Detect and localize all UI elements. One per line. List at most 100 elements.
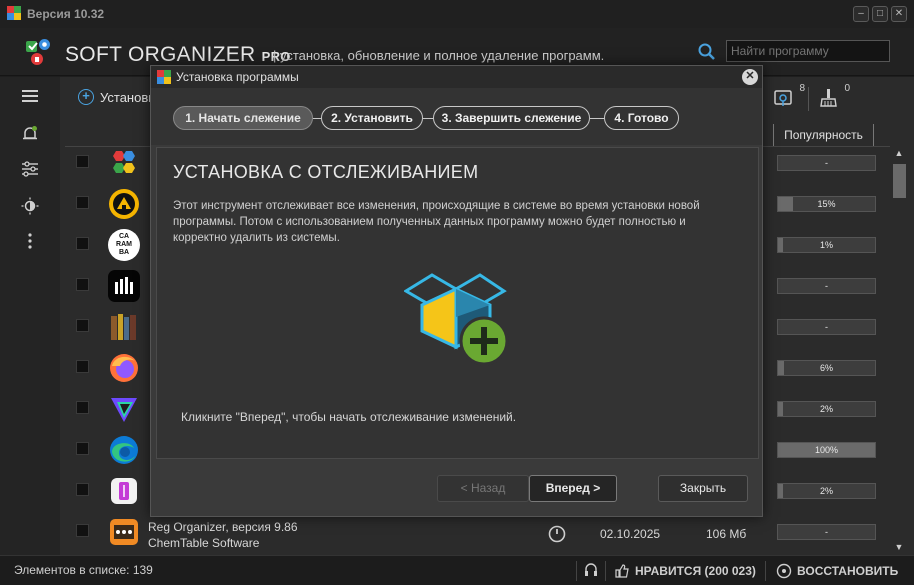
step-connector xyxy=(423,118,433,119)
menu-icon[interactable] xyxy=(20,89,40,109)
wizard-steps: 1. Начать слежение 2. Установить 3. Заве… xyxy=(151,88,762,145)
brand-name: SOFT ORGANIZER xyxy=(65,43,256,66)
close-button[interactable]: Закрыть xyxy=(658,475,748,502)
gauge-icon xyxy=(548,525,566,543)
aimp-icon xyxy=(109,189,139,219)
next-button[interactable]: Вперед > xyxy=(529,475,617,502)
popularity-bar: 1% xyxy=(777,237,876,253)
popularity-bar: 100% xyxy=(777,442,876,458)
dialog-close-icon[interactable]: ✕ xyxy=(742,69,758,85)
caramba-icon: CA RAM BA xyxy=(108,229,140,261)
popularity-bar: - xyxy=(777,524,876,540)
step-install: 2. Установить xyxy=(321,106,423,130)
notifications-icon[interactable] xyxy=(20,125,40,145)
dialog-title: Установка программы xyxy=(176,70,299,84)
row-checkbox[interactable] xyxy=(76,524,89,537)
popularity-bar: 2% xyxy=(777,401,876,417)
row-checkbox[interactable] xyxy=(76,360,89,373)
vertical-scrollbar[interactable]: ▲ ▼ xyxy=(890,144,908,555)
step-connector xyxy=(313,118,321,119)
restore-label: ВОССТАНОВИТЬ xyxy=(797,564,899,578)
dialog-app-icon xyxy=(157,70,171,84)
close-icon[interactable]: ✕ xyxy=(891,6,907,22)
list-item-name: Reg Organizer, версия 9.86 ChemTable Sof… xyxy=(148,519,298,551)
popularity-value: - xyxy=(825,322,828,332)
popularity-value: 2% xyxy=(819,404,833,414)
tray-programs-button[interactable]: 8 xyxy=(773,83,805,113)
popularity-value: - xyxy=(825,281,828,291)
search-icon[interactable] xyxy=(697,42,717,62)
popularity-bar: - xyxy=(777,319,876,335)
scroll-thumb[interactable] xyxy=(893,164,906,198)
like-label: НРАВИТСЯ (200 023) xyxy=(635,564,756,578)
tagline: | установка, обновление и полное удалени… xyxy=(273,48,605,63)
box-with-plus-icon xyxy=(404,273,509,366)
cleanup-button[interactable]: 0 xyxy=(818,83,850,113)
step-finish-tracking: 3. Завершить слежение xyxy=(433,106,590,130)
popularity-bar: - xyxy=(777,278,876,294)
popularity-value: - xyxy=(825,527,828,537)
toolbar-divider xyxy=(808,87,809,111)
broom-icon xyxy=(820,89,837,107)
audio-bars-icon xyxy=(108,270,140,302)
row-checkbox[interactable] xyxy=(76,319,89,332)
step-connector xyxy=(590,118,604,119)
row-checkbox[interactable] xyxy=(76,401,89,414)
row-checkbox[interactable] xyxy=(76,155,89,168)
popularity-value: 100% xyxy=(814,445,839,455)
popularity-bar: - xyxy=(777,155,876,171)
status-bar: Элементов в списке: 139 НРАВИТСЯ (200 02… xyxy=(0,555,914,585)
theme-icon[interactable] xyxy=(20,197,40,217)
row-checkbox[interactable] xyxy=(76,278,89,291)
dialog-heading: УСТАНОВКА С ОТСЛЕЖИВАНИЕМ xyxy=(173,162,479,182)
support-headset-icon[interactable] xyxy=(583,562,599,578)
brand-title: SOFT ORGANIZER PRO xyxy=(65,43,291,67)
status-divider xyxy=(605,561,606,581)
maximize-icon[interactable]: □ xyxy=(872,6,888,22)
row-checkbox[interactable] xyxy=(76,196,89,209)
tray-programs-icon xyxy=(774,90,792,106)
multicolor-hexagons-icon xyxy=(113,151,135,173)
popularity-fill xyxy=(778,484,783,498)
install-program-button[interactable]: + Установи xyxy=(78,89,156,105)
dialog-hint: Кликните "Вперед", чтобы начать отслежив… xyxy=(181,410,517,424)
items-count: Элементов в списке: 139 xyxy=(14,563,153,577)
more-icon[interactable] xyxy=(20,233,40,253)
install-program-dialog: Установка программы ✕ 1. Начать слежение… xyxy=(150,65,763,517)
minimize-icon[interactable]: – xyxy=(853,6,869,22)
dialog-content: УСТАНОВКА С ОТСЛЕЖИВАНИЕМ Этот инструмен… xyxy=(156,147,759,459)
search-input[interactable] xyxy=(726,40,890,62)
popularity-bar: 2% xyxy=(777,483,876,499)
popularity-fill xyxy=(778,197,793,211)
install-program-label: Установи xyxy=(100,89,156,105)
scroll-up-icon[interactable]: ▲ xyxy=(893,148,905,158)
plus-circle-icon: + xyxy=(78,89,94,105)
settings-sliders-icon[interactable] xyxy=(20,161,40,181)
thumbs-up-icon xyxy=(615,564,629,578)
proton-vpn-icon xyxy=(111,398,137,422)
reg-organizer-icon xyxy=(110,519,138,545)
popularity-value: - xyxy=(825,158,828,168)
restore-button[interactable]: ВОССТАНОВИТЬ xyxy=(776,561,898,581)
status-divider xyxy=(576,561,577,581)
popularity-fill xyxy=(778,238,783,252)
row-checkbox[interactable] xyxy=(76,237,89,250)
dialog-titlebar: Установка программы ✕ xyxy=(151,66,762,88)
scroll-down-icon[interactable]: ▼ xyxy=(893,542,905,552)
popularity-value: 1% xyxy=(819,240,833,250)
row-checkbox[interactable] xyxy=(76,442,89,455)
back-button[interactable]: < Назад xyxy=(437,475,529,502)
popularity-fill xyxy=(778,361,784,375)
popularity-bar: 15% xyxy=(777,196,876,212)
like-button[interactable]: НРАВИТСЯ (200 023) xyxy=(614,561,756,581)
window-titlebar: Версия 10.32 – □ ✕ xyxy=(0,0,914,28)
cleanup-count-badge: 0 xyxy=(844,83,850,94)
program-publisher: ChemTable Software xyxy=(148,536,260,550)
popularity-value: 2% xyxy=(819,486,833,496)
status-divider xyxy=(765,561,766,581)
restore-icon xyxy=(776,563,792,579)
app-logo-icon xyxy=(7,6,21,20)
popularity-fill xyxy=(778,402,783,416)
program-install-date: 02.10.2025 xyxy=(600,527,661,541)
row-checkbox[interactable] xyxy=(76,483,89,496)
